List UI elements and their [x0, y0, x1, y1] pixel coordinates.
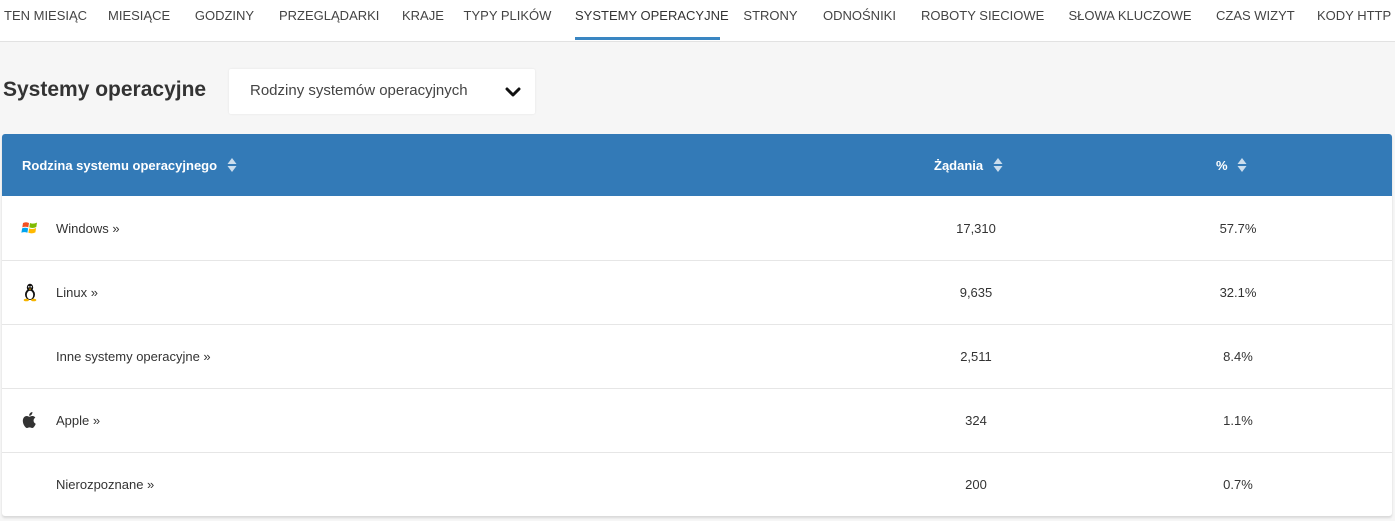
sort-icon [227, 158, 237, 172]
tab-strony[interactable]: STRONY [743, 0, 798, 39]
chevron-down-icon [505, 87, 521, 97]
os-name-link[interactable]: Apple » [56, 413, 100, 428]
tab-typy-plikow[interactable]: TYPY PLIKÓW [463, 0, 552, 39]
select-value: Rodziny systemów operacyjnych [250, 82, 468, 99]
column-header-family[interactable]: Rodzina systemu operacyjnego [22, 157, 237, 173]
os-name-link[interactable]: Inne systemy operacyjne » [56, 349, 211, 364]
tab-godziny[interactable]: GODZINY [193, 0, 256, 39]
percent-value: 57.7% [1219, 221, 1257, 236]
tab-roboty-sieciowe[interactable]: ROBOTY SIECIOWE [921, 0, 1044, 39]
table-row: Nierozpoznane » 200 0.7% [2, 452, 1392, 516]
percent-value: 8.4% [1223, 349, 1253, 364]
column-header-requests[interactable]: Żądania [934, 157, 1003, 173]
table-row: Apple » 324 1.1% [2, 388, 1392, 453]
page: TEN MIESIĄC MIESIĄCE GODZINY PRZEGLĄDARK… [0, 0, 1395, 521]
linux-icon [23, 283, 37, 302]
os-name-link[interactable]: Windows » [56, 221, 120, 236]
percent-value: 32.1% [1219, 285, 1257, 300]
tab-kraje[interactable]: KRAJE [402, 0, 444, 39]
requests-value: 200 [965, 477, 987, 492]
column-header-percent[interactable]: % [1216, 157, 1247, 173]
percent-value: 1.1% [1223, 413, 1253, 428]
tab-miesiace[interactable]: MIESIĄCE [108, 0, 170, 39]
sort-icon [993, 158, 1003, 172]
requests-value: 9,635 [959, 285, 993, 300]
table-row: Windows » 17,310 57.7% [2, 196, 1392, 261]
os-name-link[interactable]: Nierozpoznane » [56, 477, 154, 492]
column-header-requests-label: Żądania [934, 158, 984, 173]
table-header: Rodzina systemu operacyjnego Żądania % [2, 134, 1392, 196]
tab-ten-miesiac[interactable]: TEN MIESIĄC [4, 0, 87, 39]
table-row: Inne systemy operacyjne » 2,511 8.4% [2, 324, 1392, 389]
apple-icon [22, 412, 36, 428]
os-grouping-select[interactable]: Rodziny systemów operacyjnych [229, 69, 535, 114]
tab-systemy-operacyjne[interactable]: SYSTEMY OPERACYJNE [575, 0, 729, 40]
tab-slowa-kluczowe[interactable]: SŁOWA KLUCZOWE [1067, 0, 1193, 39]
requests-value: 2,511 [960, 349, 992, 364]
table-row: Linux » 9,635 32.1% [2, 260, 1392, 325]
requests-value: 17,310 [956, 221, 996, 236]
windows-icon [21, 222, 37, 234]
column-header-family-label: Rodzina systemu operacyjnego [22, 158, 218, 173]
column-header-percent-label: % [1216, 158, 1228, 173]
tab-przegladarki[interactable]: PRZEGLĄDARKI [279, 0, 379, 39]
tab-kody-http[interactable]: KODY HTTP [1317, 0, 1395, 39]
tab-czas-wizyt[interactable]: CZAS WIZYT [1216, 0, 1295, 39]
percent-value: 0.7% [1223, 477, 1253, 492]
os-table: Rodzina systemu operacyjnego Żądania % W… [2, 134, 1392, 516]
tab-odnosniki[interactable]: ODNOŚNIKI [821, 0, 898, 39]
top-nav: TEN MIESIĄC MIESIĄCE GODZINY PRZEGLĄDARK… [0, 0, 1395, 42]
sort-icon [1237, 158, 1247, 172]
requests-value: 324 [965, 413, 987, 428]
os-name-link[interactable]: Linux » [56, 285, 98, 300]
page-title: Systemy operacyjne [3, 78, 207, 101]
